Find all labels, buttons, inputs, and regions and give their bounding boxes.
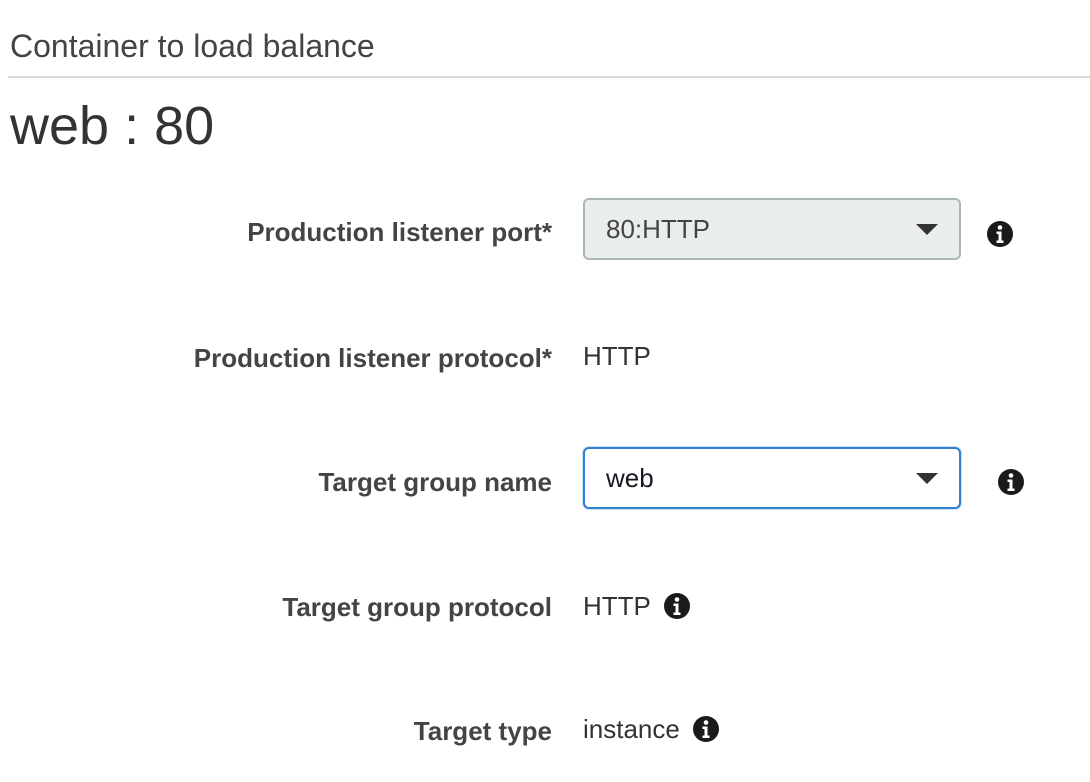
target-type-value: instance (583, 714, 680, 744)
target-type-value-group: instance (583, 713, 720, 745)
production-listener-protocol-row: Production listener protocol* HTTP (0, 340, 1090, 404)
target-group-name-row: Target group name web (0, 447, 1090, 511)
target-group-protocol-row: Target group protocol HTTP (0, 590, 1090, 654)
production-listener-protocol-label: Production listener protocol* (193, 343, 552, 373)
target-group-name-select[interactable]: web (583, 447, 961, 509)
info-icon[interactable] (986, 220, 1014, 248)
section-header: Container to load balance (8, 22, 1090, 78)
production-listener-port-label: Production listener port* (247, 217, 552, 247)
target-group-protocol-label: Target group protocol (282, 592, 552, 622)
target-group-name-label: Target group name (318, 467, 552, 497)
section-title: Container to load balance (10, 28, 375, 64)
production-listener-port-select[interactable]: 80:HTTP (583, 198, 961, 260)
production-listener-protocol-value: HTTP (583, 341, 651, 371)
container-name-heading: web : 80 (10, 96, 215, 156)
production-listener-port-row: Production listener port* 80:HTTP (0, 198, 1090, 262)
target-type-row: Target type instance (0, 713, 1090, 777)
target-group-name-value: web (606, 462, 654, 493)
target-group-protocol-value-group: HTTP (583, 590, 691, 622)
info-icon[interactable] (997, 468, 1025, 496)
info-icon[interactable] (692, 715, 720, 743)
target-type-label: Target type (413, 716, 552, 746)
production-listener-port-value: 80:HTTP (606, 213, 711, 244)
chevron-down-icon (916, 224, 938, 235)
chevron-down-icon (916, 473, 938, 484)
target-group-protocol-value: HTTP (583, 591, 651, 621)
info-icon[interactable] (663, 592, 691, 620)
